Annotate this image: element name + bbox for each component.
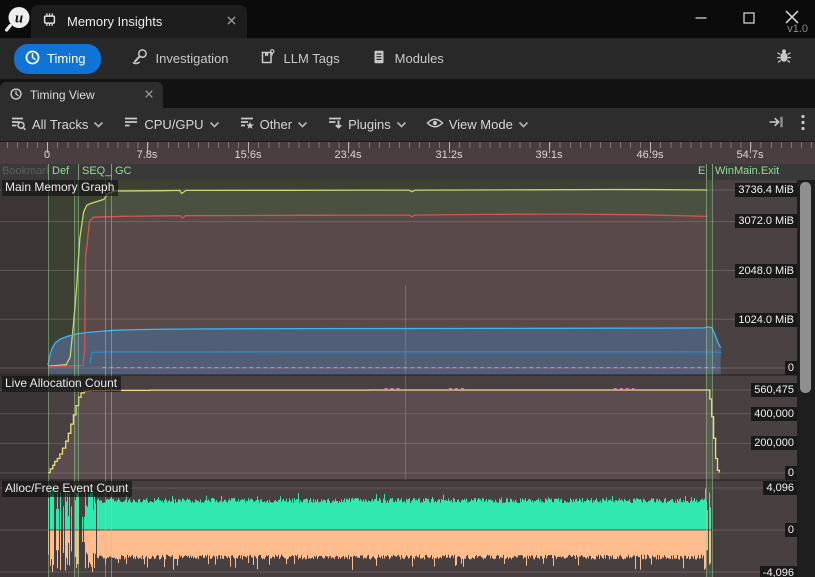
chevron-down-icon	[396, 117, 407, 132]
timeline-graph-canvas[interactable]	[0, 180, 815, 577]
app-version-label: v1.0	[787, 23, 808, 35]
axis-label: 0	[785, 523, 797, 537]
memory-chip-icon	[41, 11, 58, 33]
tab-timing-view-label: Timing View	[30, 88, 137, 102]
plugins-dropdown[interactable]: Plugins	[327, 115, 407, 134]
tab-llm-tags[interactable]: LLM Tags	[259, 48, 340, 69]
plugins-label: Plugins	[348, 117, 391, 132]
tab-modules[interactable]: Modules	[370, 48, 444, 69]
bookmark-e[interactable]: E	[698, 165, 705, 177]
tab-close-icon[interactable]	[226, 13, 237, 31]
cpu-gpu-label: CPU/GPU	[144, 117, 203, 132]
tab-timing-label: Timing	[47, 51, 86, 66]
timeline-tracks-area[interactable]: Main Memory Graph Live Allocation Count …	[0, 180, 815, 577]
jump-to-end-button[interactable]	[768, 114, 785, 135]
axis-label: 560,475	[751, 383, 797, 397]
other-tracks-star-icon	[239, 115, 255, 134]
eye-icon	[426, 116, 444, 133]
bookmarks-row-label: Bookmarks	[2, 165, 49, 177]
tab-investigation[interactable]: Investigation	[131, 48, 229, 69]
axis-label: 200,000	[751, 436, 797, 450]
bookmarks-row[interactable]: Bookmarks Def SEQ_ GC E WinMain.Exit	[0, 164, 815, 180]
track-filter-bar: All Tracks CPU/GPU Other	[0, 108, 815, 142]
axis-label: -4,096	[760, 566, 797, 577]
bug-icon	[775, 47, 793, 70]
ruler-tick-label: 54.7s	[737, 149, 764, 161]
plugins-tracks-icon	[327, 115, 343, 134]
ruler-tick-label: 46.9s	[637, 149, 664, 161]
memory-insights-window: u Memory Insights v1.0	[0, 0, 815, 577]
ruler-tick-label: 15.6s	[235, 149, 262, 161]
axis-label: 400,000	[751, 407, 797, 421]
ruler-tick-label: 23.4s	[335, 149, 362, 161]
modules-icon	[370, 48, 388, 69]
titlebar: u Memory Insights v1.0	[0, 0, 815, 38]
cpu-gpu-dropdown[interactable]: CPU/GPU	[123, 115, 219, 134]
track-header-live-allocation-count[interactable]: Live Allocation Count	[2, 376, 121, 392]
tab-investigation-label: Investigation	[156, 51, 229, 66]
axis-label: 0	[785, 361, 797, 375]
axis-label: 1024.0 MiB	[735, 313, 797, 327]
investigation-icon	[131, 48, 149, 69]
bookmark-winmain-exit[interactable]: WinMain.Exit	[715, 165, 779, 177]
view-tab-bar: Timing View	[0, 80, 815, 108]
clock-icon	[24, 49, 41, 69]
svg-text:u: u	[15, 11, 23, 27]
axis-label: 4,096	[763, 481, 797, 495]
axis-label: 3736.4 MiB	[735, 183, 797, 197]
view-mode-dropdown[interactable]: View Mode	[426, 116, 529, 133]
bookmark-gc[interactable]: GC	[115, 165, 132, 177]
llm-tags-icon	[259, 48, 277, 69]
track-header-main-memory-graph[interactable]: Main Memory Graph	[2, 180, 118, 196]
clock-icon	[9, 87, 23, 104]
debug-button[interactable]	[775, 47, 793, 70]
ruler-minor-ticks	[7, 142, 815, 148]
bookmark-seq[interactable]: SEQ_	[82, 165, 111, 177]
view-mode-label: View Mode	[449, 117, 513, 132]
bookmark-marker-line	[48, 164, 49, 180]
bookmark-marker-line	[712, 164, 713, 180]
tab-timing-view[interactable]: Timing View	[0, 82, 163, 108]
track-header-alloc-free-event-count[interactable]: Alloc/Free Event Count	[2, 481, 132, 497]
tab-close-icon[interactable]	[144, 88, 154, 102]
more-options-button[interactable]	[801, 114, 805, 136]
all-tracks-icon	[10, 115, 27, 134]
unreal-insights-logo-icon: u	[4, 4, 34, 34]
bookmark-marker-line	[78, 164, 79, 180]
chevron-down-icon	[518, 117, 529, 132]
ruler-tick-label: 39.1s	[536, 149, 563, 161]
main-toolbar: Timing Investigation LLM Ta	[0, 38, 815, 80]
scrollbar-thumb[interactable]	[800, 182, 811, 393]
chevron-down-icon	[209, 117, 220, 132]
cpu-gpu-tracks-icon	[123, 115, 139, 134]
maximize-button[interactable]	[740, 9, 758, 27]
axis-label: 3072.0 MiB	[735, 214, 797, 228]
all-tracks-label: All Tracks	[32, 117, 88, 132]
document-tab-title: Memory Insights	[67, 14, 217, 29]
other-tracks-label: Other	[260, 117, 293, 132]
bookmark-marker-line	[706, 164, 707, 180]
chevron-down-icon	[297, 117, 308, 132]
minimize-button[interactable]	[692, 9, 710, 27]
bookmark-def[interactable]: Def	[52, 165, 69, 177]
all-tracks-dropdown[interactable]: All Tracks	[10, 115, 104, 134]
ruler-tick-label: 0	[44, 149, 50, 161]
axis-label: 2048.0 MiB	[735, 264, 797, 278]
tab-llm-tags-label: LLM Tags	[284, 51, 340, 66]
axis-label: 0	[785, 466, 797, 480]
time-ruler[interactable]: 0 7.8s 15.6s 23.4s 31.2s 39.1s 46.9s 54.…	[0, 142, 815, 164]
chevron-down-icon	[93, 117, 104, 132]
document-tab-memory-insights[interactable]: Memory Insights	[31, 5, 247, 38]
tab-timing[interactable]: Timing	[14, 44, 101, 74]
ruler-tick-label: 31.2s	[436, 149, 463, 161]
other-tracks-dropdown[interactable]: Other	[239, 115, 309, 134]
tab-modules-label: Modules	[395, 51, 444, 66]
vertical-scrollbar[interactable]	[797, 180, 815, 577]
ruler-tick-label: 7.8s	[137, 149, 158, 161]
